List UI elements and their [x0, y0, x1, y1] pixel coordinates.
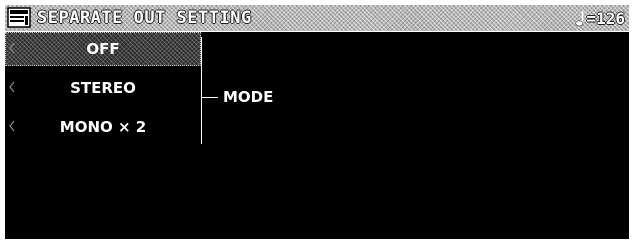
quarter-note-icon	[575, 10, 584, 26]
option-label: STEREO	[70, 79, 136, 97]
mode-option-list: OFF STEREO MONO × 2	[5, 32, 203, 146]
selection-arrow-icon	[9, 42, 15, 54]
bracket-divider	[201, 37, 202, 144]
selection-arrow-icon	[9, 120, 15, 132]
bracket-connector	[201, 97, 218, 98]
panel-icon	[7, 7, 31, 28]
title-bar: SEPARATE OUT SETTING =126	[5, 5, 629, 32]
tempo-display: =126	[575, 8, 625, 28]
parameter-label: MODE	[223, 88, 274, 106]
option-label: MONO × 2	[59, 118, 147, 136]
page-title: SEPARATE OUT SETTING	[37, 8, 252, 28]
option-off[interactable]: OFF	[5, 32, 201, 66]
display-screen: SEPARATE OUT SETTING =126 OFF STEREO MON…	[5, 5, 629, 239]
option-label: OFF	[86, 40, 120, 58]
selection-arrow-icon	[9, 81, 15, 93]
tempo-value: =126	[586, 8, 625, 28]
option-stereo[interactable]: STEREO	[5, 71, 201, 105]
option-mono-x2[interactable]: MONO × 2	[5, 110, 201, 144]
